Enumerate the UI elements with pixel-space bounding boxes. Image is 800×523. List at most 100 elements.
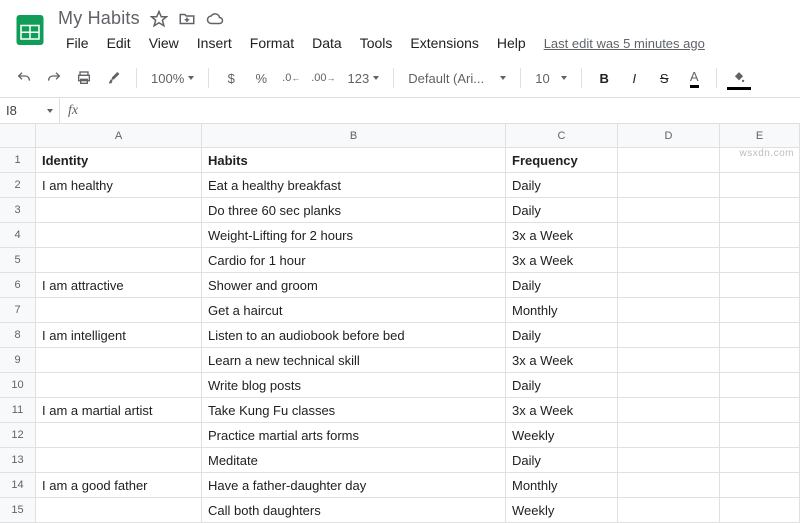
cell[interactable]: Identity	[36, 148, 202, 173]
cell[interactable]	[36, 248, 202, 273]
cell[interactable]	[720, 373, 800, 398]
cell[interactable]	[36, 348, 202, 373]
cell[interactable]	[720, 348, 800, 373]
cell[interactable]: I am a martial artist	[36, 398, 202, 423]
row-header[interactable]: 5	[0, 248, 36, 273]
cell[interactable]	[720, 398, 800, 423]
cell[interactable]: Practice martial arts forms	[202, 423, 506, 448]
cell[interactable]	[618, 473, 720, 498]
cell[interactable]	[618, 423, 720, 448]
row-header[interactable]: 3	[0, 198, 36, 223]
zoom-dropdown[interactable]: 100%	[145, 65, 200, 91]
cell[interactable]	[618, 373, 720, 398]
cell[interactable]: I am a good father	[36, 473, 202, 498]
cell[interactable]	[36, 423, 202, 448]
cloud-status-icon[interactable]	[206, 10, 224, 28]
cell[interactable]	[36, 448, 202, 473]
row-header[interactable]: 14	[0, 473, 36, 498]
cell[interactable]: Monthly	[506, 298, 618, 323]
row-header[interactable]: 2	[0, 173, 36, 198]
cell[interactable]: Get a haircut	[202, 298, 506, 323]
cell[interactable]: Shower and groom	[202, 273, 506, 298]
cell[interactable]: Daily	[506, 448, 618, 473]
cell[interactable]: Learn a new technical skill	[202, 348, 506, 373]
cell[interactable]: Do three 60 sec planks	[202, 198, 506, 223]
row-header[interactable]: 15	[0, 498, 36, 523]
cell[interactable]	[618, 298, 720, 323]
cell[interactable]	[720, 248, 800, 273]
spreadsheet-grid[interactable]: ABCDE1IdentityHabitsFrequency2I am healt…	[0, 124, 800, 523]
name-box[interactable]: I8	[0, 98, 60, 123]
increase-decimal-button[interactable]: .00→	[307, 65, 339, 91]
italic-button[interactable]: I	[620, 65, 648, 91]
cell[interactable]: I am healthy	[36, 173, 202, 198]
menu-help[interactable]: Help	[489, 31, 534, 55]
cell[interactable]	[720, 323, 800, 348]
undo-icon[interactable]	[10, 65, 38, 91]
number-format-dropdown[interactable]: 123	[342, 65, 386, 91]
row-header[interactable]: 7	[0, 298, 36, 323]
font-size-dropdown[interactable]: 10	[529, 65, 573, 91]
cell[interactable]	[618, 323, 720, 348]
font-dropdown[interactable]: Default (Ari...	[402, 65, 512, 91]
row-header[interactable]: 4	[0, 223, 36, 248]
sheets-logo-icon[interactable]	[12, 8, 48, 52]
menu-extensions[interactable]: Extensions	[402, 31, 486, 55]
cell[interactable]: Call both daughters	[202, 498, 506, 523]
cell[interactable]	[618, 348, 720, 373]
cell[interactable]	[618, 198, 720, 223]
menu-edit[interactable]: Edit	[99, 31, 139, 55]
row-header[interactable]: 10	[0, 373, 36, 398]
cell[interactable]: Weekly	[506, 498, 618, 523]
cell[interactable]	[720, 298, 800, 323]
cell[interactable]: Listen to an audiobook before bed	[202, 323, 506, 348]
cell[interactable]	[618, 248, 720, 273]
cell[interactable]	[36, 298, 202, 323]
move-icon[interactable]	[178, 10, 196, 28]
fill-color-button[interactable]	[725, 65, 753, 91]
cell[interactable]: Weekly	[506, 423, 618, 448]
bold-button[interactable]: B	[590, 65, 618, 91]
cell[interactable]: 3x a Week	[506, 348, 618, 373]
cell[interactable]: Cardio for 1 hour	[202, 248, 506, 273]
column-header[interactable]: B	[202, 124, 506, 148]
cell[interactable]: I am attractive	[36, 273, 202, 298]
cell[interactable]: Weight-Lifting for 2 hours	[202, 223, 506, 248]
cell[interactable]	[720, 448, 800, 473]
menu-file[interactable]: File	[58, 31, 97, 55]
cell[interactable]: Monthly	[506, 473, 618, 498]
cell[interactable]	[720, 498, 800, 523]
paint-format-icon[interactable]	[100, 65, 128, 91]
cell[interactable]: 3x a Week	[506, 223, 618, 248]
redo-icon[interactable]	[40, 65, 68, 91]
formula-input[interactable]	[86, 98, 800, 123]
menu-insert[interactable]: Insert	[189, 31, 240, 55]
cell[interactable]	[618, 398, 720, 423]
cell[interactable]: Daily	[506, 323, 618, 348]
row-header[interactable]: 1	[0, 148, 36, 173]
cell[interactable]: 3x a Week	[506, 398, 618, 423]
print-icon[interactable]	[70, 65, 98, 91]
column-header[interactable]: D	[618, 124, 720, 148]
cell[interactable]: Daily	[506, 173, 618, 198]
column-header[interactable]: A	[36, 124, 202, 148]
cell[interactable]	[720, 473, 800, 498]
cell[interactable]: Take Kung Fu classes	[202, 398, 506, 423]
select-all-corner[interactable]	[0, 124, 36, 148]
cell[interactable]	[720, 198, 800, 223]
decrease-decimal-button[interactable]: .0←	[277, 65, 305, 91]
currency-button[interactable]: $	[217, 65, 245, 91]
cell[interactable]	[618, 223, 720, 248]
cell[interactable]	[36, 498, 202, 523]
cell[interactable]: Have a father-daughter day	[202, 473, 506, 498]
star-icon[interactable]	[150, 10, 168, 28]
cell[interactable]: I am intelligent	[36, 323, 202, 348]
row-header[interactable]: 11	[0, 398, 36, 423]
menu-tools[interactable]: Tools	[352, 31, 401, 55]
cell[interactable]: Daily	[506, 373, 618, 398]
cell[interactable]: Daily	[506, 273, 618, 298]
cell[interactable]	[720, 423, 800, 448]
cell[interactable]	[720, 223, 800, 248]
row-header[interactable]: 8	[0, 323, 36, 348]
cell[interactable]: Eat a healthy breakfast	[202, 173, 506, 198]
